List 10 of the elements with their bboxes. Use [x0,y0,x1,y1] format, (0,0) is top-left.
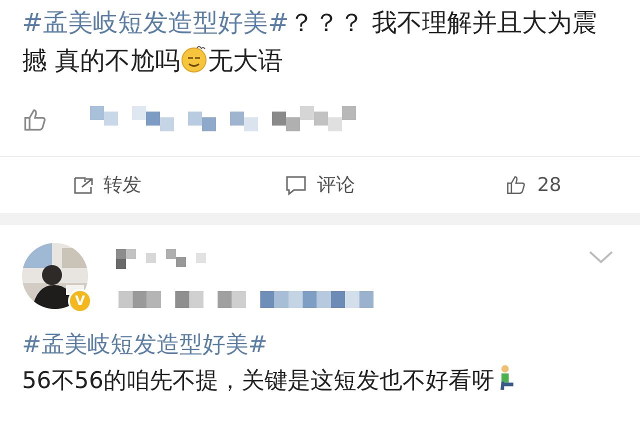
reply-text: #孟美岐短发造型好美# 56不56的咱先不提，关键是这短发也不好看呀 [22,327,618,399]
comment-icon [284,174,307,196]
like-button[interactable]: 28 [426,173,640,197]
thumbs-up-icon [505,174,528,196]
chevron-down-icon[interactable] [588,249,614,265]
repost-button[interactable]: 转发 [0,171,214,199]
thumbs-up-icon[interactable] [22,107,48,133]
verified-badge: V [68,289,92,313]
comment-button[interactable]: 评论 [213,171,427,199]
post-text: #孟美岐短发造型好美#？？？ 我不理解并且大为震撼 真的不尬吗 无大语 [22,7,598,77]
